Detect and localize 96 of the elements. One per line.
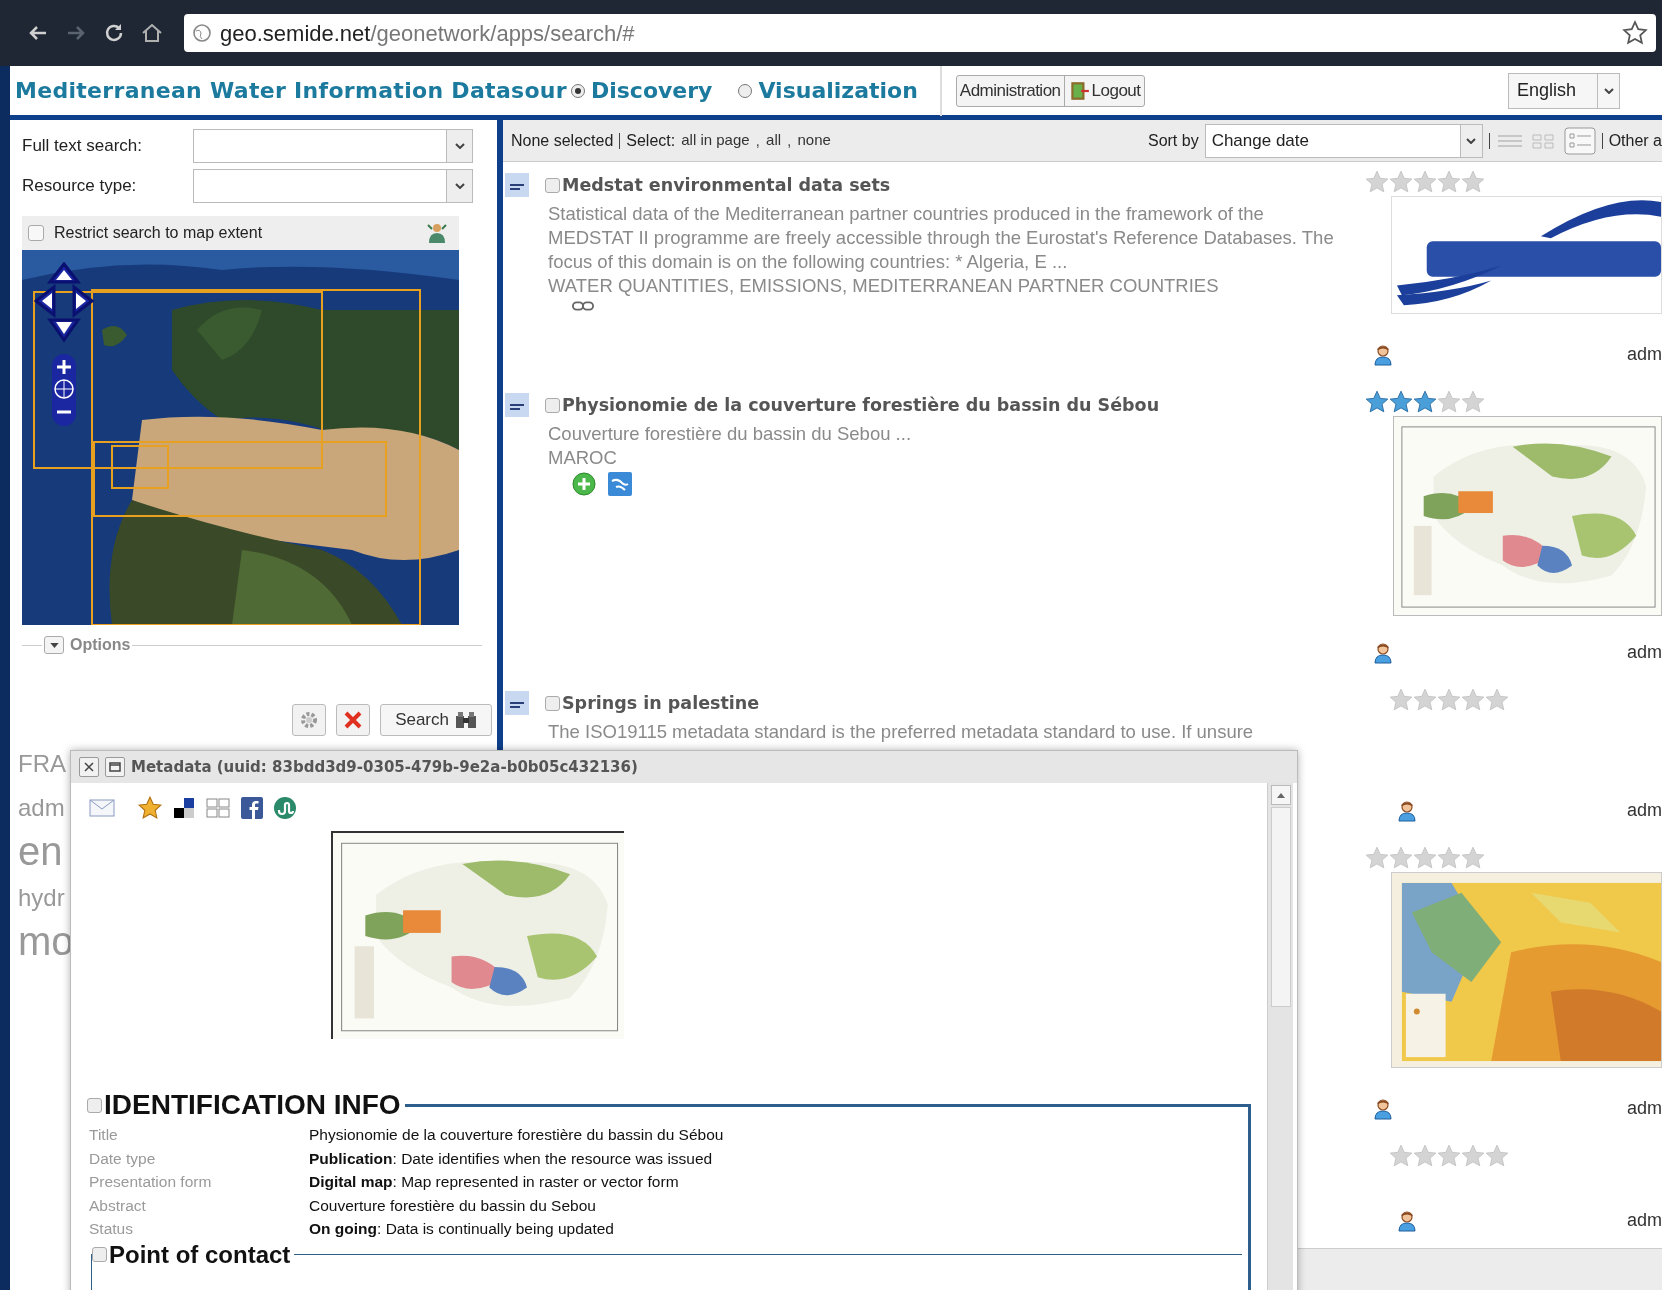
search-button[interactable]: Search [380, 704, 492, 736]
user-group-icon[interactable] [425, 221, 449, 245]
facebook-icon[interactable] [241, 797, 263, 819]
result-checkbox[interactable] [545, 177, 560, 193]
separator-text: , [755, 130, 761, 151]
sort-select[interactable]: Change date [1204, 123, 1483, 158]
select-link[interactable]: none [797, 129, 831, 152]
field-label: Title [89, 1125, 119, 1145]
owner-name: adm [1627, 1209, 1662, 1232]
result-abstract: Couverture forestière du bassin du Sebou ... [548, 422, 913, 447]
owner-name: adm [1627, 641, 1662, 664]
clear-button[interactable] [336, 704, 371, 736]
email-icon[interactable] [89, 799, 115, 817]
home-icon[interactable] [140, 21, 164, 45]
combo-field[interactable] [193, 129, 473, 163]
result-checkbox[interactable] [545, 397, 560, 413]
logout-button[interactable]: Logout [1063, 75, 1144, 106]
field-label: Full text search: [22, 135, 143, 158]
minimize-button[interactable] [105, 757, 125, 777]
user-icon [1373, 1097, 1393, 1120]
cross-icon [343, 710, 364, 730]
detail-view-icon[interactable] [1563, 126, 1596, 155]
address-bar[interactable]: geo.semide.net/geonetwork/apps/search/# [184, 14, 1656, 52]
caret-down-icon [49, 642, 59, 648]
window-title: Metadata (uuid: 83bdd3d9-0305-479b-9e2a-b0b05c432136) [131, 756, 638, 778]
owner-name: adm [1627, 799, 1662, 822]
user-icon [1373, 641, 1393, 664]
result-checkbox[interactable] [545, 695, 560, 711]
mode-radio-option[interactable]: Discovery [570, 74, 713, 107]
administration-button[interactable]: Administration [956, 75, 1064, 106]
language-select[interactable]: English [1508, 72, 1620, 109]
mode-radio-option[interactable]: Visualization [738, 74, 918, 107]
select-link[interactable]: all in page [681, 129, 750, 152]
result-title[interactable]: Medstat environmental data sets [562, 172, 891, 199]
bookmark-star-icon[interactable] [1622, 20, 1648, 46]
chevron-down-icon [454, 143, 465, 149]
result-abstract: Statistical data of the Mediterranean partner countries produced in the framework of the MEDSTAT II programme are freely accessible through the Eurostat's Reference Databases. The focus of this domain is on the following countries: * Algeria, E ... [548, 202, 1335, 275]
share-icon[interactable] [205, 797, 231, 819]
owner-name: adm [1627, 1097, 1662, 1120]
select-label: Select: [626, 130, 676, 151]
owner-name: adm [1627, 343, 1662, 366]
field-value: Physionomie de la couverture forestière du bassin du Sébou [309, 1125, 725, 1145]
sort-label: Sort by [1147, 130, 1199, 151]
chevron-down-icon [1466, 137, 1477, 144]
section-toggle-checkbox[interactable] [92, 1247, 107, 1262]
other-actions-menu[interactable]: Other a [1608, 128, 1662, 153]
chevron-down-icon [1603, 87, 1614, 94]
logo-placeholder-icon [505, 690, 529, 717]
field-label: Resource type: [22, 175, 138, 198]
user-icon [1397, 1209, 1417, 1232]
close-icon [84, 762, 94, 772]
app-title: Mediterranean Water Information Datasour [15, 77, 567, 105]
map-layer-icon[interactable] [608, 472, 632, 497]
settings-button[interactable] [292, 704, 327, 736]
add-icon[interactable] [572, 472, 596, 497]
binoculars-icon [455, 711, 477, 729]
window-icon [109, 762, 121, 772]
close-button[interactable] [79, 757, 99, 777]
subsection-heading: Point of contact [109, 1240, 291, 1269]
link-icon[interactable] [572, 300, 594, 313]
field-label: Date type [89, 1148, 157, 1169]
combo-field[interactable] [193, 169, 473, 203]
squares-icon[interactable] [173, 797, 195, 819]
result-keywords: MAROC [548, 446, 618, 471]
result-title[interactable]: Physionomie de la couverture forestière du bassin du Sébou [562, 392, 1160, 419]
chevron-down-icon [454, 183, 465, 189]
pan-zoom-control[interactable] [34, 262, 94, 427]
user-icon [1373, 343, 1393, 366]
globe-icon [192, 23, 212, 43]
restrict-label: Restrict search to map extent [54, 223, 264, 243]
logo-placeholder-icon [505, 392, 529, 419]
section-toggle-checkbox[interactable] [87, 1097, 102, 1113]
field-label: Abstract [89, 1195, 147, 1216]
result-abstract: The ISO19115 metadata standard is the preferred metadata standard to use. If unsure [548, 720, 1255, 745]
field-label: Presentation form [89, 1172, 213, 1192]
field-value: Couverture forestière du bassin du Sebou [309, 1195, 597, 1216]
scrollbar[interactable] [1267, 783, 1293, 1290]
selection-status: None selected [511, 130, 614, 151]
field-value: Digital map: Map represented in raster or vector form [309, 1172, 680, 1192]
gear-icon [299, 710, 320, 730]
options-toggle[interactable]: Options [42, 633, 133, 657]
section-heading: IDENTIFICATION INFO [104, 1089, 401, 1121]
field-value: On going: Data is continually being updated [309, 1219, 615, 1239]
user-icon [1397, 799, 1417, 822]
stumbleupon-icon[interactable] [273, 796, 297, 820]
restrict-checkbox[interactable] [28, 225, 44, 241]
logo-placeholder-icon [505, 172, 529, 199]
select-link[interactable]: all [766, 129, 782, 152]
result-title[interactable]: Springs in palestine [562, 690, 760, 717]
result-keywords: WATER QUANTITIES, EMISSIONS, MEDITERRANEAN PARTNER COUNTRIES [548, 274, 1220, 299]
scroll-up-icon[interactable] [1276, 792, 1285, 798]
separator-text: , [787, 130, 792, 151]
url-text: geo.semide.net/geonetwork/apps/search/# [220, 19, 635, 48]
field-value: Publication: Date identifies when the resource was issued [309, 1148, 714, 1169]
field-label: Status [89, 1219, 134, 1239]
star-icon[interactable] [137, 795, 163, 821]
